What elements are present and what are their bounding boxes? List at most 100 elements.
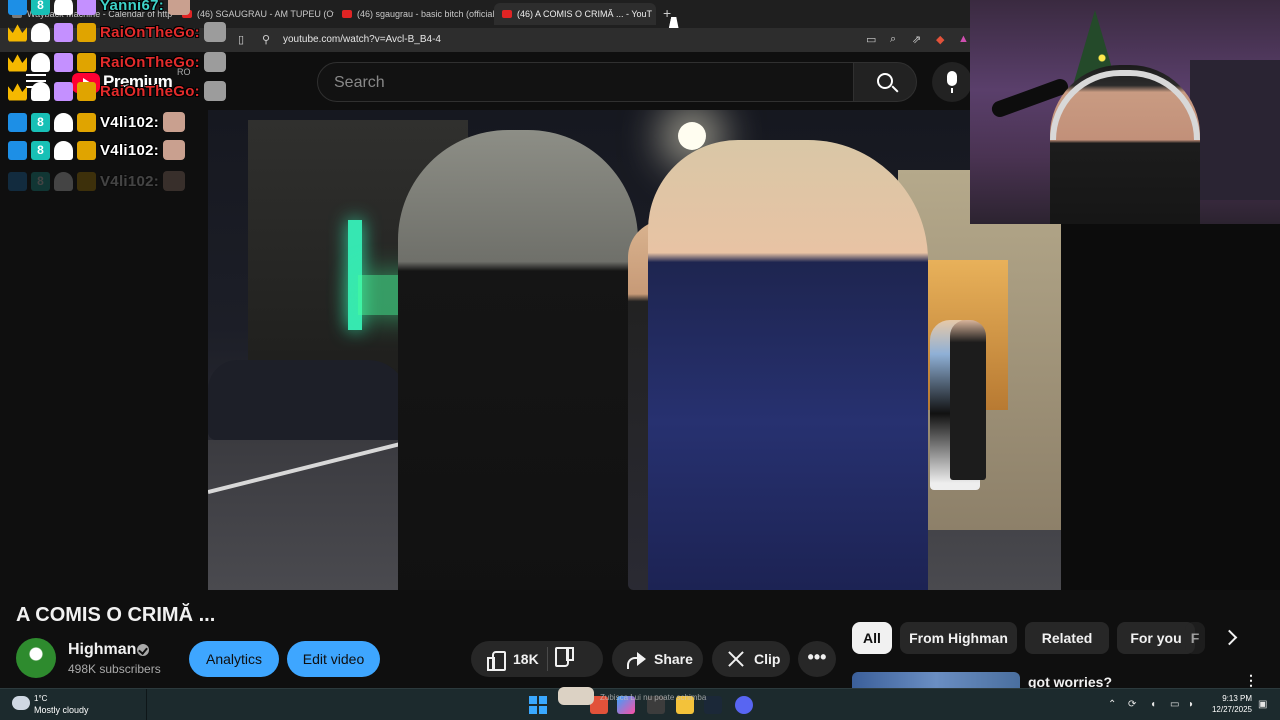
hat-badge-icon xyxy=(54,112,73,132)
thumbs-up-icon[interactable] xyxy=(485,649,506,671)
hat-badge-icon xyxy=(54,0,73,15)
url-field[interactable]: youtube.com/watch?v=Avcl-B_B4-4 xyxy=(283,34,441,45)
verified-check-icon xyxy=(137,644,149,656)
video-person-blue-jacket xyxy=(648,140,928,590)
gift-badge-icon: 8 xyxy=(31,171,50,191)
chip-partial[interactable]: F xyxy=(1185,622,1205,654)
video-street-lamp xyxy=(678,122,706,150)
bookmark-icon[interactable]: ▯ xyxy=(238,33,244,46)
tab-label: (46) SGAUGRAU - AM TUPEU (Offici xyxy=(197,9,334,19)
player-letterbox xyxy=(1061,224,1280,590)
tab-basic-bitch[interactable]: (46) sgaugrau - basic bitch (official vi xyxy=(334,3,494,25)
gift-badge-icon: 8 xyxy=(31,140,50,160)
thumbs-down-icon[interactable] xyxy=(556,649,576,669)
channel-name[interactable]: Highman xyxy=(68,641,136,659)
weather-temperature[interactable]: 1°C xyxy=(34,694,47,703)
subscriber-count: 498K subscribers xyxy=(68,662,161,676)
chat-username: Yanni67: xyxy=(100,0,165,14)
chat-username: V4li102: xyxy=(100,141,160,159)
analytics-button[interactable]: Analytics xyxy=(189,641,279,677)
network-icon[interactable]: ▭ xyxy=(1170,699,1179,710)
chat-message: 8 V4li102: xyxy=(8,170,186,192)
chip-related[interactable]: Related xyxy=(1025,622,1109,654)
x-badge-icon xyxy=(77,52,96,72)
prime-badge-icon xyxy=(8,0,27,15)
cast-icon[interactable]: ▭ xyxy=(866,33,876,46)
tab-label: (46) A COMIS O CRIMĂ ... - YouT xyxy=(517,9,653,19)
emote-icon xyxy=(168,0,191,15)
chat-message: RaiOnTheGo: xyxy=(8,80,226,102)
x-badge-icon xyxy=(77,81,96,101)
media-thumbnail[interactable] xyxy=(558,687,594,705)
chip-for-you[interactable]: For you xyxy=(1117,622,1195,654)
chat-username: RaiOnTheGo: xyxy=(100,53,200,71)
channel-avatar[interactable] xyxy=(16,638,56,678)
tab-a-comis-o-crima[interactable]: (46) A COMIS O CRIMĂ ... - YouT ✕ xyxy=(494,3,656,25)
clock-time: 9:13 PM xyxy=(1222,694,1252,703)
clip-button[interactable]: Clip xyxy=(712,641,790,677)
video-parked-car xyxy=(208,360,408,440)
chip-from-highman[interactable]: From Highman xyxy=(900,622,1017,654)
crown-badge-icon xyxy=(8,54,27,72)
emote-icon xyxy=(203,22,226,42)
chat-username: V4li102: xyxy=(100,113,160,131)
share-icon xyxy=(626,649,646,669)
chip-scroll-next-icon[interactable] xyxy=(1220,628,1240,648)
x-badge-icon xyxy=(77,22,96,42)
youtube-favicon-icon xyxy=(502,10,512,18)
clip-label: Clip xyxy=(754,651,781,667)
brave-shield-icon[interactable]: ◆ xyxy=(936,33,944,46)
more-actions-button[interactable]: ••• xyxy=(798,641,836,677)
gift-badge-icon: 8 xyxy=(31,0,50,15)
hat-badge-icon xyxy=(31,52,50,72)
emote-icon xyxy=(163,171,186,191)
zoom-icon[interactable]: ⌕ xyxy=(890,33,896,46)
clock-date: 12/27/2025 xyxy=(1211,705,1252,714)
chip-all[interactable]: All xyxy=(852,622,892,654)
rewards-icon[interactable]: ▲ xyxy=(958,33,969,45)
search-icon xyxy=(877,73,893,89)
chat-message: 8 V4li102: xyxy=(8,111,186,133)
recommended-menu-icon[interactable]: ⋮ xyxy=(1244,672,1258,689)
hat-badge-icon xyxy=(54,140,73,160)
voice-search-button[interactable] xyxy=(932,62,972,102)
edit-video-button[interactable]: Edit video xyxy=(287,641,380,677)
video-player[interactable] xyxy=(208,110,1061,590)
gift-badge-icon xyxy=(54,22,73,42)
video-title: A COMIS O CRIMĂ ... xyxy=(16,604,216,626)
hat-badge-icon xyxy=(54,171,73,191)
share-button[interactable]: Share xyxy=(612,641,703,677)
microphone-icon xyxy=(947,71,957,93)
search-button[interactable] xyxy=(853,62,917,102)
search-input[interactable]: Search xyxy=(317,62,854,102)
taskbar-divider xyxy=(146,689,147,720)
emote-icon xyxy=(163,112,186,132)
speaker-icon[interactable]: ◗ xyxy=(1188,699,1194,710)
share-page-icon[interactable]: ⇗ xyxy=(912,33,921,46)
streamer-webcam xyxy=(970,0,1280,224)
gift-badge-icon: 8 xyxy=(31,112,50,132)
cloud-weather-icon[interactable] xyxy=(12,696,30,710)
weather-description[interactable]: Mostly cloudy xyxy=(34,705,89,715)
gift-badge-icon xyxy=(54,52,73,72)
windows-start-icon[interactable] xyxy=(529,696,547,714)
site-info-icon[interactable]: ⚲ xyxy=(262,33,270,46)
system-clock[interactable]: 9:13 PM 12/27/2025 xyxy=(1210,693,1252,715)
chat-message: 8 V4li102: xyxy=(8,139,186,161)
steam-icon[interactable] xyxy=(704,696,722,714)
discord-icon[interactable] xyxy=(735,696,753,714)
video-bystander xyxy=(950,320,986,480)
like-count[interactable]: 18K xyxy=(513,651,539,667)
chat-message: RaiOnTheGo: xyxy=(8,21,226,43)
sync-icon[interactable]: ⟳ xyxy=(1128,699,1136,710)
chat-username: RaiOnTheGo: xyxy=(100,82,200,100)
share-label: Share xyxy=(654,651,693,667)
prime-badge-icon xyxy=(8,140,27,160)
webcam-shelf xyxy=(1190,60,1280,200)
tray-overflow-icon[interactable]: ⌃ xyxy=(1108,699,1116,710)
prime-badge-icon xyxy=(8,171,27,191)
notification-icon[interactable]: ▣ xyxy=(1258,699,1267,710)
volume-icon[interactable]: ◖ xyxy=(1150,699,1156,710)
video-hooded-person xyxy=(398,130,638,590)
scissors-icon xyxy=(726,649,746,669)
